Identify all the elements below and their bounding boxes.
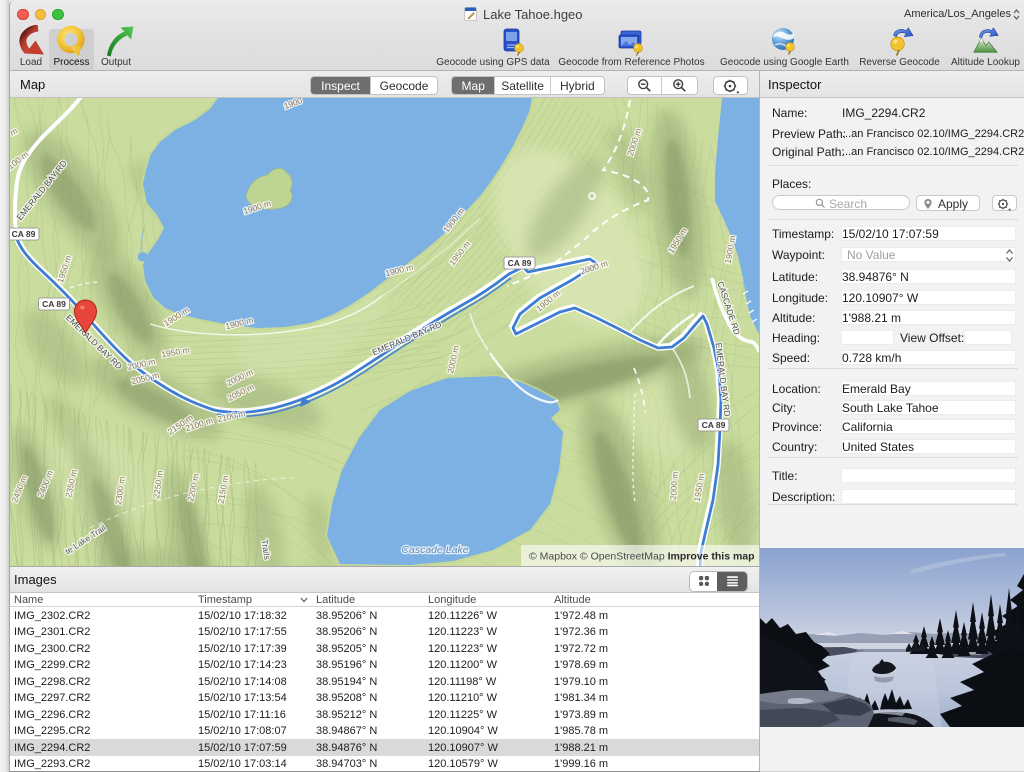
svg-text:CA 89: CA 89 [42, 299, 66, 309]
svg-text:© Mapbox © OpenStreetMap Impro: © Mapbox © OpenStreetMap Improve this ma… [529, 551, 755, 563]
svg-text:Cascade Lake: Cascade Lake [401, 544, 468, 556]
svg-text:CA 89: CA 89 [12, 229, 36, 239]
svg-text:CA 89: CA 89 [702, 420, 726, 430]
svg-text:CA 89: CA 89 [508, 258, 532, 268]
svg-text:2000 m: 2000 m [668, 471, 680, 500]
